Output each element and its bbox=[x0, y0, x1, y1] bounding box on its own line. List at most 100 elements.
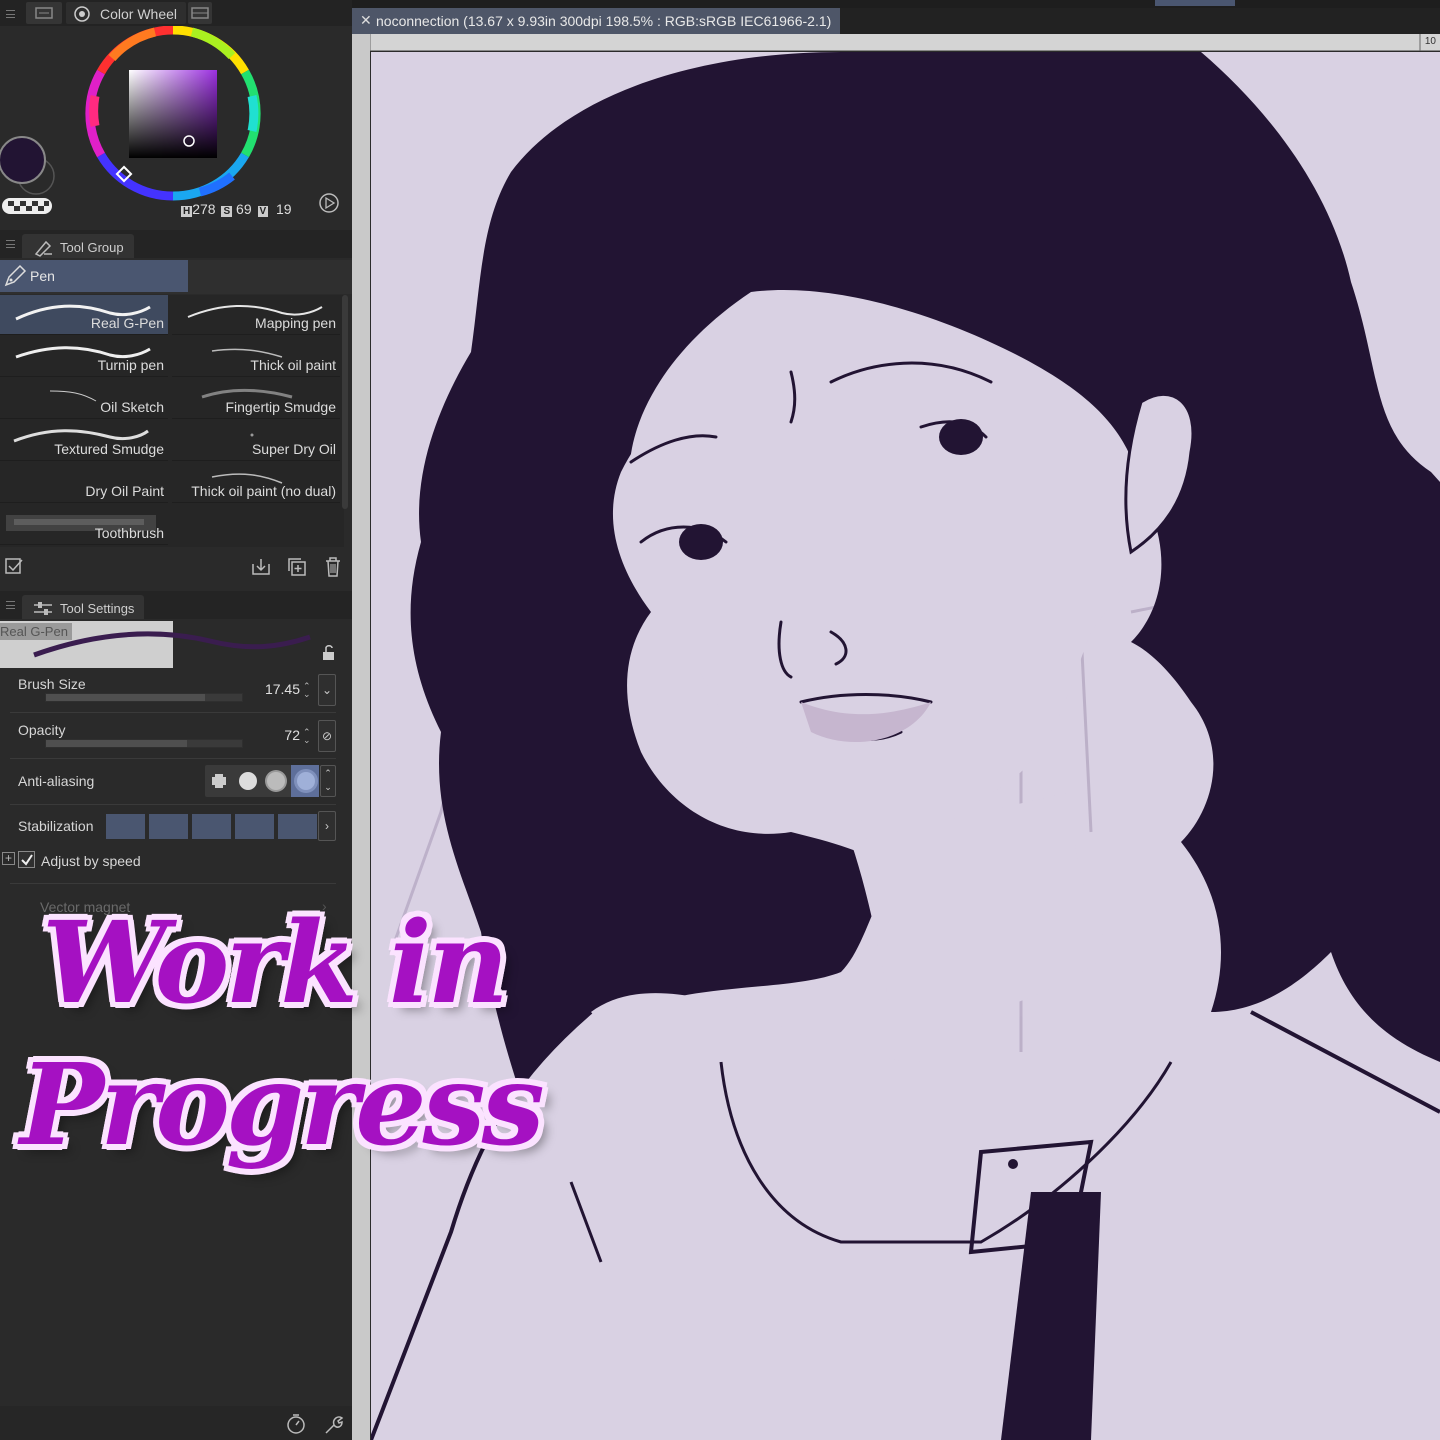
brush-list-scrollbar[interactable] bbox=[342, 295, 348, 509]
tool-preview-name: Real G-Pen bbox=[0, 623, 72, 640]
left-panel: Color Wheel H 278 S 69 V 19 Tool Group P… bbox=[0, 0, 352, 1440]
stabilization-level-4[interactable] bbox=[235, 814, 274, 839]
top-highlight-tab[interactable] bbox=[1155, 0, 1235, 6]
brush-item-dry-oil-paint[interactable]: Dry Oil Paint bbox=[0, 463, 168, 503]
antialiasing-spinner[interactable]: ⌃ ⌄ bbox=[320, 765, 336, 797]
tool-tab-row: Pen bbox=[0, 260, 352, 294]
brush-size-value[interactable]: 17.45 bbox=[250, 681, 300, 697]
brush-size-label: Brush Size bbox=[18, 676, 86, 692]
close-icon[interactable]: ✕ bbox=[360, 12, 372, 29]
brush-item-oil-sketch[interactable]: Oil Sketch bbox=[0, 379, 168, 419]
divider bbox=[10, 758, 336, 759]
expand-plus-icon[interactable]: + bbox=[2, 852, 15, 865]
tab-tool-settings[interactable]: Tool Settings bbox=[22, 595, 145, 619]
v-label: V bbox=[257, 206, 269, 217]
document-tab[interactable]: ✕ noconnection (13.67 x 9.93in 300dpi 19… bbox=[352, 8, 840, 34]
sub-tool-menu-icon[interactable] bbox=[4, 556, 26, 578]
opacity-pressure-button[interactable]: ⊘ bbox=[318, 720, 336, 752]
ruler-number: 10 bbox=[1424, 36, 1436, 47]
opacity-label: Opacity bbox=[18, 722, 66, 738]
trash-icon[interactable] bbox=[322, 556, 344, 578]
antialiasing-strong-option[interactable] bbox=[291, 765, 319, 797]
ruler-left[interactable] bbox=[352, 34, 370, 1440]
document-tab-title: noconnection (13.67 x 9.93in 300dpi 198.… bbox=[376, 13, 832, 29]
brush-actions-bar bbox=[0, 551, 352, 583]
s-label: S bbox=[221, 206, 233, 217]
color-mode-icon[interactable] bbox=[319, 193, 339, 213]
h-value: 278 bbox=[192, 201, 216, 217]
color-set-tab[interactable] bbox=[188, 2, 212, 24]
brush-item-turnip-pen[interactable]: Turnip pen bbox=[0, 337, 168, 377]
brush-label: Thick oil paint bbox=[250, 357, 336, 373]
brush-size-slider[interactable] bbox=[45, 693, 243, 702]
brush-label: Oil Sketch bbox=[100, 399, 164, 415]
adjust-by-speed-checkbox[interactable] bbox=[18, 851, 35, 868]
stabilization-expand-button[interactable]: › bbox=[318, 811, 336, 841]
opacity-value[interactable]: 72 bbox=[250, 727, 300, 743]
panel-grip-icon[interactable] bbox=[6, 601, 15, 609]
divider bbox=[10, 883, 336, 884]
tab-pen[interactable]: Pen bbox=[0, 260, 188, 292]
brush-size-spinner-icon[interactable]: ⌃ ⌄ bbox=[303, 682, 311, 699]
tool-group-icon bbox=[34, 240, 52, 257]
stabilization-level-1[interactable] bbox=[106, 814, 145, 839]
panel-grip-icon[interactable] bbox=[6, 240, 15, 248]
antialiasing-none-option[interactable] bbox=[205, 765, 233, 797]
artwork bbox=[371, 52, 1440, 1440]
s-value: 69 bbox=[236, 201, 252, 217]
stabilization-level-3[interactable] bbox=[192, 814, 231, 839]
color-set-icon bbox=[191, 7, 209, 19]
color-wheel-svg[interactable] bbox=[0, 25, 352, 222]
panel-grip-icon[interactable] bbox=[6, 10, 15, 18]
main-color-swatch[interactable] bbox=[0, 136, 46, 184]
saturation-value-square[interactable] bbox=[129, 70, 217, 158]
hsv-readout: H 278 S 69 V 19 bbox=[181, 201, 292, 217]
brush-item-super-dry-oil[interactable]: Super Dry Oil bbox=[172, 421, 340, 461]
duplicate-icon[interactable] bbox=[286, 556, 308, 578]
tool-group-title: Tool Group bbox=[60, 240, 124, 255]
brush-item-real-g-pen[interactable]: Real G-Pen bbox=[0, 295, 168, 335]
transparent-color-swatch[interactable] bbox=[2, 198, 52, 214]
antialiasing-weak-option[interactable] bbox=[233, 765, 261, 797]
wrench-icon[interactable] bbox=[322, 1413, 344, 1435]
reset-icon[interactable] bbox=[285, 1413, 307, 1435]
divider bbox=[10, 804, 336, 805]
brush-label: Turnip pen bbox=[97, 357, 164, 373]
left-eye bbox=[679, 524, 723, 560]
right-eye bbox=[939, 419, 983, 455]
brush-item-mapping-pen[interactable]: Mapping pen bbox=[172, 295, 340, 335]
stabilization-level-5[interactable] bbox=[278, 814, 317, 839]
import-icon[interactable] bbox=[250, 556, 272, 578]
opacity-row: Opacity 72 ⌃ ⌄ ⊘ bbox=[0, 718, 344, 762]
opacity-spinner-icon[interactable]: ⌃ ⌄ bbox=[303, 728, 311, 745]
drawing-canvas[interactable] bbox=[371, 52, 1440, 1440]
lock-icon[interactable] bbox=[320, 644, 338, 662]
brush-size-dropdown-button[interactable]: ⌄ bbox=[318, 674, 336, 706]
brush-item-thick-oil-paint[interactable]: Thick oil paint bbox=[172, 337, 340, 377]
tab-tool-group[interactable]: Tool Group bbox=[22, 234, 134, 258]
ruler-top[interactable]: 10 bbox=[369, 34, 1440, 51]
tool-settings-title: Tool Settings bbox=[60, 601, 135, 616]
stabilization-level-2[interactable] bbox=[149, 814, 188, 839]
tool-group-header: Tool Group bbox=[0, 230, 352, 258]
palette-icon bbox=[35, 7, 53, 19]
overlay-text-line2: Progress bbox=[20, 1040, 545, 1171]
adjust-by-speed-row: + Adjust by speed bbox=[0, 848, 344, 876]
brush-item-toothbrush[interactable]: Toothbrush bbox=[0, 505, 168, 545]
brush-item-fingertip-smudge[interactable]: Fingertip Smudge bbox=[172, 379, 340, 419]
brush-label: Real G-Pen bbox=[90, 315, 164, 331]
palette-tab[interactable] bbox=[26, 2, 62, 24]
brush-label: Mapping pen bbox=[255, 315, 336, 331]
antialiasing-label: Anti-aliasing bbox=[18, 773, 95, 789]
color-wheel-area: H 278 S 69 V 19 bbox=[0, 25, 352, 222]
opacity-slider[interactable] bbox=[45, 739, 243, 748]
overlay-text-line1: Work in bbox=[42, 898, 509, 1029]
adjust-by-speed-label: Adjust by speed bbox=[41, 853, 141, 869]
brush-item-textured-smudge[interactable]: Textured Smudge bbox=[0, 421, 168, 461]
tool-settings-bottom-bar bbox=[0, 1406, 352, 1440]
checkmark-icon bbox=[21, 854, 33, 866]
brush-item-thick-oil-paint-no-dual[interactable]: Thick oil paint (no dual) bbox=[172, 463, 340, 503]
brush-label: Thick oil paint (no dual) bbox=[191, 483, 336, 499]
brush-size-row: Brush Size 17.45 ⌃ ⌄ ⌄ bbox=[0, 672, 344, 716]
antialiasing-medium-option[interactable] bbox=[261, 765, 289, 797]
